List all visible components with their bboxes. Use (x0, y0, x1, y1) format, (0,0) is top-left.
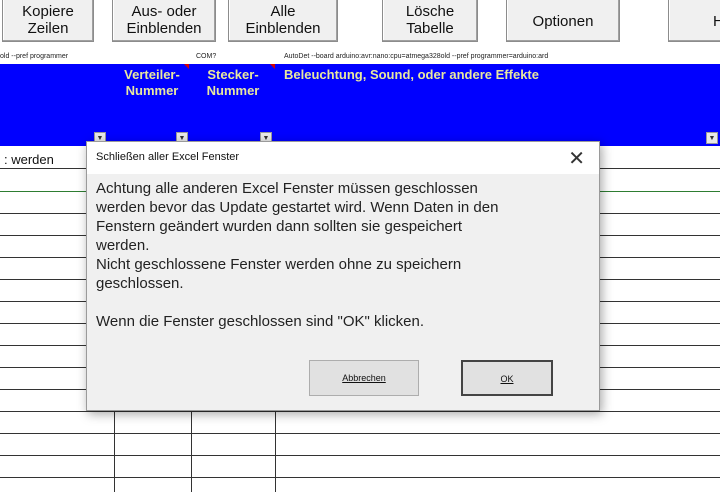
hilfe-button[interactable]: H (668, 0, 720, 42)
message-line: Achtung alle anderen Excel Fenster müsse… (96, 180, 478, 197)
loesche-tabelle-button[interactable]: Lösche Tabelle (382, 0, 478, 42)
message-line: werden. (96, 237, 150, 254)
aus-einblenden-button[interactable]: Aus- oder Einblenden (112, 0, 216, 42)
optionen-button[interactable]: Optionen (506, 0, 620, 42)
comment-indicator (270, 64, 275, 69)
button-label: Optionen (532, 13, 594, 30)
param-cell-2[interactable]: COM? (196, 53, 216, 60)
row-divider (0, 433, 720, 434)
param-cell-3[interactable]: AutoDet --board arduino:avr:nano:cpu=atm… (284, 53, 548, 60)
button-label-line2: Tabelle (406, 20, 454, 37)
dialog-message: Achtung alle anderen Excel Fenster müsse… (96, 179, 576, 331)
message-line: Wenn die Fenster geschlossen sind "OK" k… (96, 313, 425, 330)
verteiler-nummer-header[interactable]: Verteiler- Nummer (114, 67, 190, 99)
cancel-button[interactable]: Abbrechen (309, 360, 419, 396)
ribbon-toolbar: Kopiere Zeilen Aus- oder Einblenden Alle… (0, 0, 720, 50)
dialog-titlebar: Schließen aller Excel Fenster ✕ (87, 142, 599, 174)
row-divider (0, 411, 720, 412)
kopiere-zeilen-button[interactable]: Kopiere Zeilen (2, 0, 94, 42)
column-header-row: Verteiler- Nummer Stecker- Nummer Beleuc… (0, 64, 720, 146)
header-line1: Verteiler- (124, 67, 180, 82)
filter-dropdown-icon[interactable]: ▼ (706, 132, 718, 144)
message-line: Nicht geschlossene Fenster werden ohne z… (96, 256, 462, 273)
header-line1: Stecker- (207, 67, 259, 82)
parameter-row: old --pref programmer COM? AutoDet --boa… (0, 51, 720, 63)
message-line: geschlossen. (96, 275, 184, 292)
header-text: Beleuchtung, Sound, oder andere Effekte (284, 67, 539, 82)
message-line: werden bevor das Update gestartet wird. … (96, 199, 499, 216)
dialog-title: Schließen aller Excel Fenster (96, 151, 240, 163)
param-cell-1[interactable]: old --pref programmer (0, 53, 68, 60)
header-line2: Nummer (125, 83, 179, 98)
comment-indicator (184, 64, 189, 69)
close-icon[interactable]: ✕ (568, 146, 585, 171)
cancel-label: Abbrechen (342, 373, 386, 383)
button-label-line2: Zeilen (27, 20, 69, 37)
stecker-nummer-header[interactable]: Stecker- Nummer (192, 67, 274, 99)
message-line (96, 293, 576, 312)
button-label-line2: Einblenden (126, 20, 202, 37)
button-label: H (713, 13, 720, 30)
effekte-header[interactable]: Beleuchtung, Sound, oder andere Effekte (284, 67, 539, 83)
row-divider (0, 455, 720, 456)
close-excel-windows-dialog: Schließen aller Excel Fenster ✕ Achtung … (86, 141, 600, 411)
message-line: Fenstern geändert wurden dann sollten si… (96, 218, 463, 235)
button-label-line2: Einblenden (245, 20, 321, 37)
alle-einblenden-button[interactable]: Alle Einblenden (228, 0, 338, 42)
table-cell[interactable]: : werden (4, 152, 54, 167)
ok-label: OK (500, 374, 514, 384)
ok-button[interactable]: OK (461, 360, 553, 396)
header-line2: Nummer (206, 83, 260, 98)
row-divider (0, 477, 720, 478)
